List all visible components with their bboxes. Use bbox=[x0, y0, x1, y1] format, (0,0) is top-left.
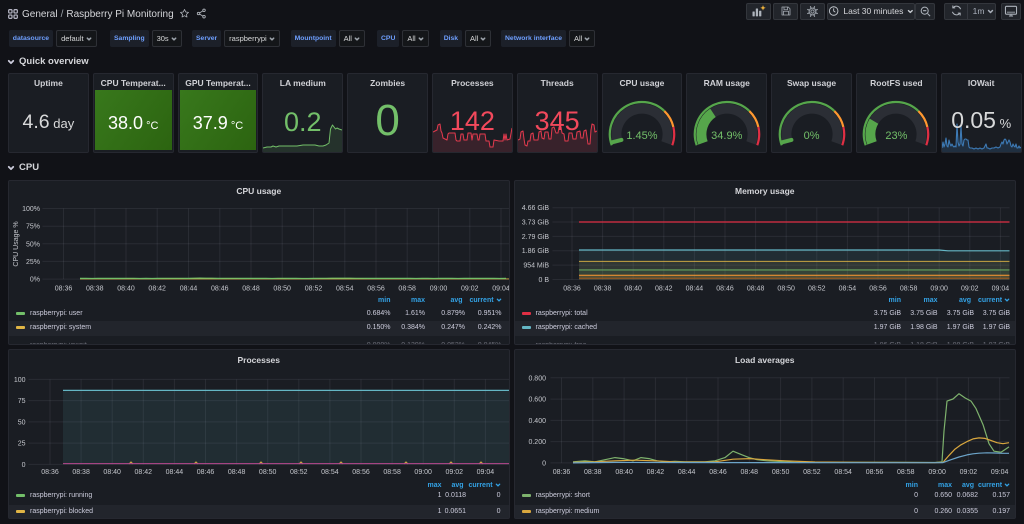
svg-text:08:52: 08:52 bbox=[290, 469, 308, 476]
svg-text:09:00: 09:00 bbox=[928, 469, 946, 476]
svg-text:08:56: 08:56 bbox=[865, 469, 883, 476]
svg-text:08:46: 08:46 bbox=[716, 286, 734, 293]
svg-text:09:00: 09:00 bbox=[430, 286, 448, 293]
svg-text:08:58: 08:58 bbox=[897, 469, 915, 476]
svg-text:0: 0 bbox=[22, 462, 26, 469]
svg-text:08:52: 08:52 bbox=[808, 286, 826, 293]
svg-text:08:58: 08:58 bbox=[383, 469, 401, 476]
svg-text:09:04: 09:04 bbox=[990, 469, 1008, 476]
svg-text:08:36: 08:36 bbox=[41, 469, 59, 476]
svg-text:08:36: 08:36 bbox=[552, 469, 570, 476]
svg-text:08:44: 08:44 bbox=[677, 469, 695, 476]
svg-text:08:56: 08:56 bbox=[352, 469, 370, 476]
svg-text:09:02: 09:02 bbox=[961, 286, 979, 293]
svg-text:08:54: 08:54 bbox=[838, 286, 856, 293]
svg-text:08:40: 08:40 bbox=[615, 469, 633, 476]
svg-text:08:54: 08:54 bbox=[834, 469, 852, 476]
svg-text:08:54: 08:54 bbox=[336, 286, 354, 293]
svg-text:09:04: 09:04 bbox=[477, 469, 495, 476]
svg-text:954 MiB: 954 MiB bbox=[523, 263, 549, 270]
svg-text:0 B: 0 B bbox=[538, 277, 549, 284]
svg-text:50: 50 bbox=[18, 419, 26, 426]
svg-text:08:58: 08:58 bbox=[398, 286, 416, 293]
svg-text:0.800: 0.800 bbox=[528, 375, 546, 382]
svg-text:08:52: 08:52 bbox=[803, 469, 821, 476]
svg-text:08:48: 08:48 bbox=[242, 286, 260, 293]
svg-text:0.400: 0.400 bbox=[528, 418, 546, 425]
svg-text:CPU Usage %: CPU Usage % bbox=[13, 221, 20, 266]
svg-text:3.73 GiB: 3.73 GiB bbox=[521, 220, 549, 227]
svg-text:08:50: 08:50 bbox=[777, 286, 795, 293]
svg-text:09:02: 09:02 bbox=[461, 286, 479, 293]
svg-text:08:44: 08:44 bbox=[166, 469, 184, 476]
svg-text:08:54: 08:54 bbox=[321, 469, 339, 476]
svg-text:100: 100 bbox=[14, 377, 26, 384]
svg-text:08:58: 08:58 bbox=[899, 286, 917, 293]
svg-text:08:50: 08:50 bbox=[273, 286, 291, 293]
svg-text:08:48: 08:48 bbox=[746, 286, 764, 293]
svg-text:08:50: 08:50 bbox=[771, 469, 789, 476]
svg-text:08:40: 08:40 bbox=[103, 469, 121, 476]
svg-text:100%: 100% bbox=[22, 206, 40, 213]
svg-text:08:36: 08:36 bbox=[563, 286, 581, 293]
svg-text:0.200: 0.200 bbox=[528, 439, 546, 446]
svg-text:50%: 50% bbox=[26, 241, 40, 248]
svg-text:25%: 25% bbox=[26, 259, 40, 266]
svg-text:08:42: 08:42 bbox=[135, 469, 153, 476]
svg-text:09:00: 09:00 bbox=[414, 469, 432, 476]
svg-text:08:40: 08:40 bbox=[117, 286, 135, 293]
svg-text:08:56: 08:56 bbox=[367, 286, 385, 293]
svg-text:1.86 GiB: 1.86 GiB bbox=[521, 248, 549, 255]
svg-text:08:38: 08:38 bbox=[593, 286, 611, 293]
svg-text:08:46: 08:46 bbox=[197, 469, 215, 476]
svg-text:4.66 GiB: 4.66 GiB bbox=[521, 205, 549, 212]
svg-text:08:50: 08:50 bbox=[259, 469, 277, 476]
svg-text:75%: 75% bbox=[26, 224, 40, 231]
svg-text:08:44: 08:44 bbox=[685, 286, 703, 293]
svg-text:08:56: 08:56 bbox=[869, 286, 887, 293]
svg-text:0: 0 bbox=[542, 460, 546, 467]
svg-text:09:00: 09:00 bbox=[930, 286, 948, 293]
svg-text:08:42: 08:42 bbox=[148, 286, 166, 293]
svg-text:75: 75 bbox=[18, 398, 26, 405]
svg-text:08:38: 08:38 bbox=[584, 469, 602, 476]
svg-text:08:52: 08:52 bbox=[305, 286, 323, 293]
svg-text:08:36: 08:36 bbox=[55, 286, 73, 293]
svg-text:08:46: 08:46 bbox=[709, 469, 727, 476]
svg-text:2.79 GiB: 2.79 GiB bbox=[521, 234, 549, 241]
svg-text:0%: 0% bbox=[30, 277, 40, 284]
svg-text:09:02: 09:02 bbox=[959, 469, 977, 476]
svg-text:08:42: 08:42 bbox=[646, 469, 664, 476]
svg-text:08:38: 08:38 bbox=[86, 286, 104, 293]
svg-text:08:42: 08:42 bbox=[655, 286, 673, 293]
svg-text:08:48: 08:48 bbox=[740, 469, 758, 476]
svg-text:25: 25 bbox=[18, 441, 26, 448]
svg-text:08:44: 08:44 bbox=[180, 286, 198, 293]
svg-text:09:02: 09:02 bbox=[446, 469, 464, 476]
svg-text:08:46: 08:46 bbox=[211, 286, 229, 293]
svg-text:08:40: 08:40 bbox=[624, 286, 642, 293]
svg-text:08:38: 08:38 bbox=[72, 469, 90, 476]
svg-text:0.600: 0.600 bbox=[528, 397, 546, 404]
svg-text:09:04: 09:04 bbox=[492, 286, 509, 293]
svg-text:08:48: 08:48 bbox=[228, 469, 246, 476]
svg-text:09:04: 09:04 bbox=[991, 286, 1009, 293]
